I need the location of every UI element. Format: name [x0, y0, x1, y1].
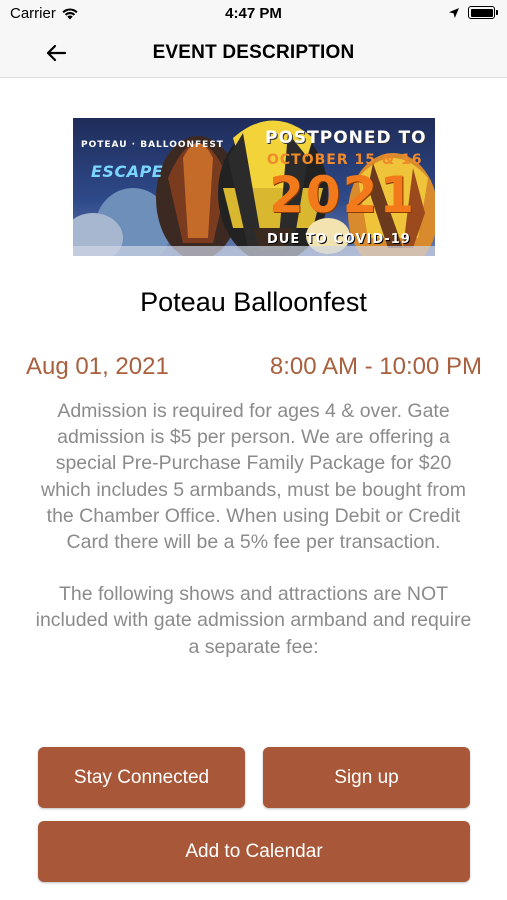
battery-icon — [468, 6, 498, 19]
banner-headline: POSTPONED TO — [265, 128, 427, 148]
page-title: EVENT DESCRIPTION — [152, 42, 355, 63]
event-date: Aug 01, 2021 — [26, 353, 169, 380]
event-banner-image: POTEAU · BALLOONFEST ESCAPE POSTPONED TO… — [73, 118, 435, 256]
banner-logo-top: POTEAU · BALLOONFEST — [81, 140, 224, 150]
banner-year: 2021 — [269, 166, 417, 224]
event-title: Poteau Balloonfest — [140, 287, 367, 317]
banner-logo-main: ESCAPE — [91, 162, 164, 181]
event-time: 8:00 AM - 10:00 PM — [269, 353, 482, 380]
add-to-calendar-button[interactable]: Add to Calendar — [38, 821, 470, 882]
sign-up-button[interactable]: Sign up — [263, 747, 470, 808]
status-bar: Carrier 4:47 PM — [0, 0, 507, 28]
nav-bar: EVENT DESCRIPTION — [0, 28, 507, 78]
event-description: Admission is required for ages 4 & over.… — [35, 398, 472, 706]
location-arrow-icon — [449, 7, 459, 18]
status-time: 4:47 PM — [225, 5, 282, 22]
description-paragraph: The following shows and attractions are … — [35, 583, 472, 658]
status-right — [448, 6, 498, 19]
description-paragraph: Admission is required for ages 4 & over.… — [41, 400, 466, 554]
stay-connected-button[interactable]: Stay Connected — [38, 747, 245, 808]
banner-reason: DUE TO COVID-19 — [267, 232, 411, 247]
